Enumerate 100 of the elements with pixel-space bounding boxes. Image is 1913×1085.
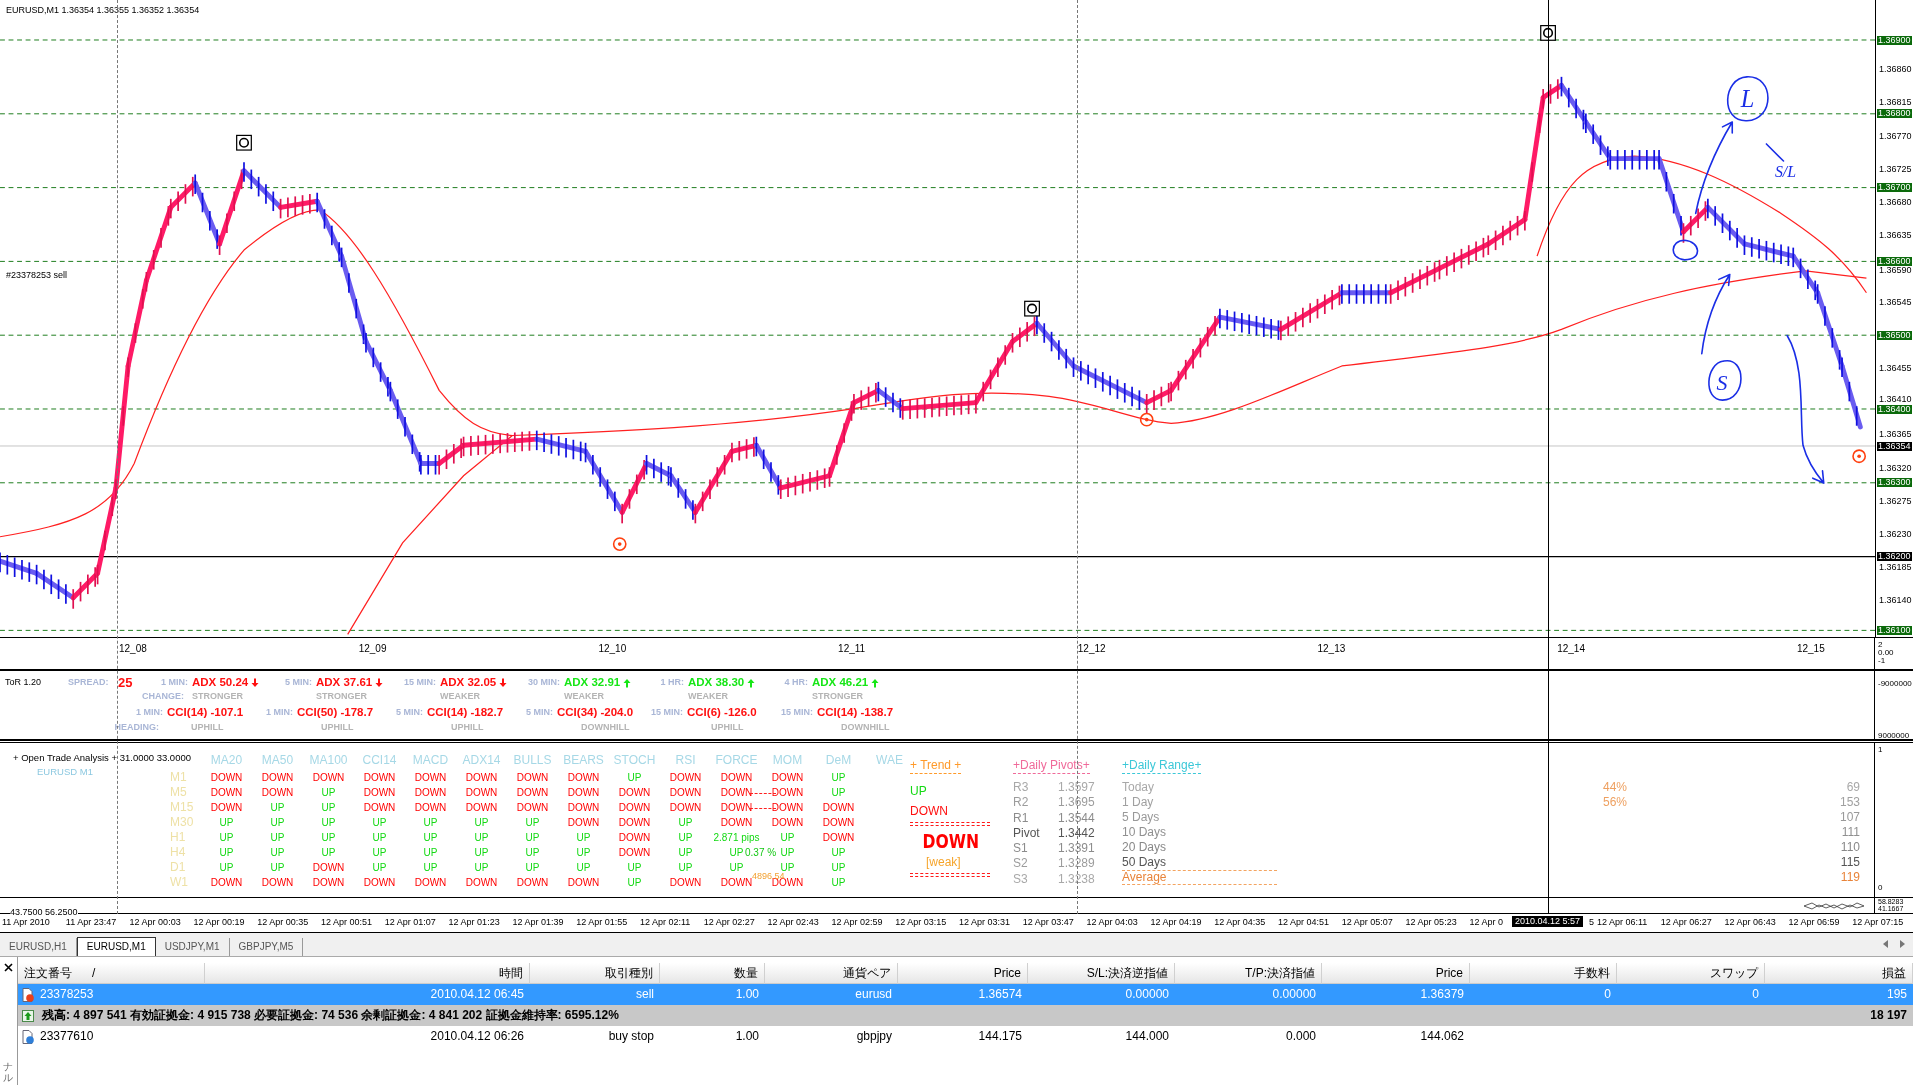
price-tick-label: 1.36140 bbox=[1879, 596, 1912, 606]
trend-strength: [weak] bbox=[925, 855, 962, 870]
table-cell-text: 1.36379 bbox=[1419, 986, 1465, 1003]
signal-text: DOWN bbox=[312, 861, 345, 875]
signal-text: DOWN bbox=[363, 786, 396, 800]
time-label: 12 Apr 04:51 bbox=[1278, 917, 1330, 927]
signal-text: UP bbox=[576, 831, 591, 845]
signal-text: DOWN bbox=[312, 771, 345, 785]
signal-text: DOWN bbox=[516, 876, 549, 890]
table-cell-text: 0 bbox=[1751, 986, 1760, 1003]
time-label: 11 Apr 2010 bbox=[2, 917, 50, 927]
signal-text: UP bbox=[270, 816, 285, 830]
pivot-value: 1.3289 bbox=[1058, 856, 1095, 872]
heading-text: DOWNHILL bbox=[580, 720, 631, 734]
axis-value: 2 bbox=[1878, 641, 1884, 649]
signal-text: UP bbox=[678, 846, 693, 860]
range-value: 110 bbox=[1840, 840, 1860, 855]
signal-text: DOWN bbox=[312, 876, 345, 890]
signal-text: UP bbox=[372, 846, 387, 860]
signal-text: UP bbox=[270, 861, 285, 875]
adx-value: ADX 37.61 bbox=[316, 675, 373, 691]
column-header: FORCE bbox=[715, 752, 758, 769]
spread-value: 25 bbox=[118, 674, 133, 693]
axis-value: -1 bbox=[1878, 657, 1887, 665]
close-icon[interactable] bbox=[4, 963, 13, 972]
signal-text: UP bbox=[219, 831, 234, 845]
signal-text: UP bbox=[270, 801, 285, 815]
signal-text: UP bbox=[423, 831, 438, 845]
price-tick-label: 1.36320 bbox=[1879, 463, 1912, 473]
time-label: 12 Apr 04:35 bbox=[1214, 917, 1266, 927]
strength-text: WEAKER bbox=[440, 690, 481, 704]
signal-text: DOWN bbox=[567, 786, 600, 800]
signal-text: UP bbox=[321, 786, 336, 800]
timeframe-label: 1 MIN: bbox=[160, 676, 189, 690]
signal-text: UP bbox=[474, 861, 489, 875]
signal-text: UP bbox=[321, 801, 336, 815]
signal-text: DOWN bbox=[771, 816, 804, 830]
signal-text: UP bbox=[270, 831, 285, 845]
chart-tab[interactable]: EURUSD,M1 bbox=[76, 937, 156, 956]
chart-tab[interactable]: EURUSD,H1 bbox=[0, 938, 77, 956]
pivot-value: 1.3695 bbox=[1058, 795, 1095, 811]
chart-tab[interactable]: USDJPY,M1 bbox=[155, 938, 230, 956]
time-label: 12 Apr 00:51 bbox=[321, 917, 373, 927]
axis-value: 1 bbox=[1878, 746, 1884, 754]
signal-text: UP bbox=[831, 771, 846, 785]
heading-text: UPHILL bbox=[190, 720, 225, 734]
date-label: 12_10 bbox=[598, 642, 627, 656]
signal-text: UP bbox=[678, 861, 693, 875]
signal-text: UP bbox=[219, 846, 234, 860]
sort-indicator[interactable]: / bbox=[92, 963, 96, 984]
signal-text: DOWN bbox=[720, 786, 753, 800]
heading-text: UPHILL bbox=[320, 720, 355, 734]
trend-title: + Trend + bbox=[910, 758, 962, 774]
signal-marker-icon bbox=[1024, 300, 1040, 317]
axis-value: -9000000 bbox=[1878, 680, 1913, 688]
cci-value: CCI(14) -138.7 bbox=[817, 705, 895, 721]
range-value: 107 bbox=[1839, 810, 1860, 825]
trend-up-label: UP bbox=[910, 784, 928, 799]
signal-text: DOWN bbox=[363, 876, 396, 890]
scroll-right-icon[interactable] bbox=[1899, 940, 1905, 948]
signal-text: DOWN bbox=[210, 801, 243, 815]
time-label: 12 Apr 02:43 bbox=[767, 917, 819, 927]
price-tick-label: 1.36680 bbox=[1879, 197, 1912, 207]
column-header: WAE bbox=[876, 752, 903, 769]
signal-text: UP bbox=[525, 831, 540, 845]
symbol-label: EURUSD M1 bbox=[36, 765, 94, 779]
range-label: Today bbox=[1122, 780, 1156, 795]
range-value: 111 bbox=[1841, 825, 1860, 840]
timeframe-label: W1 bbox=[170, 875, 189, 890]
signal-text: UP bbox=[627, 861, 642, 875]
signal-text: DOWN bbox=[567, 816, 600, 830]
table-cell-text: eurusd bbox=[854, 986, 893, 1003]
price-level-tag: 1.36400 bbox=[1877, 404, 1912, 414]
timeframe-label: M15 bbox=[170, 800, 195, 815]
chart-tab[interactable]: GBPJPY,M5 bbox=[229, 938, 304, 956]
signal-text: UP bbox=[219, 861, 234, 875]
trend-signal: DOWN bbox=[921, 829, 979, 853]
range-value: 115 bbox=[1840, 855, 1860, 870]
column-header: MA20 bbox=[210, 752, 243, 769]
column-header[interactable]: 注文番号 bbox=[24, 963, 72, 984]
signal-text: DOWN bbox=[567, 801, 600, 815]
time-label: 12 Apr 0 bbox=[1469, 917, 1503, 927]
signal-text: DOWN bbox=[822, 801, 855, 815]
signal-text: DOWN bbox=[414, 876, 447, 890]
signal-text: 2.871 pips bbox=[713, 831, 760, 845]
table-cell-text: 2010.04.12 06:26 bbox=[429, 1028, 525, 1045]
column-header: MA100 bbox=[309, 752, 348, 769]
scroll-left-icon[interactable] bbox=[1883, 940, 1889, 948]
signal-text: DOWN bbox=[414, 786, 447, 800]
panel-title: + Open Trade Analysis + 31.0000 33.0000 bbox=[12, 751, 192, 765]
table-cell-text: 1.00 bbox=[734, 986, 760, 1003]
signal-text: UP bbox=[321, 846, 336, 860]
signal-text: DOWN bbox=[465, 876, 498, 890]
signal-text: UP bbox=[780, 846, 795, 860]
order-row[interactable]: 23377610 2010.04.12 06:26 buy stop 1.00 gbpjpy 144.175 144.000 0.000 144.062 bbox=[18, 1026, 1913, 1047]
table-cell-text: 144.000 bbox=[1124, 1028, 1170, 1045]
table-cell-text: 0 bbox=[1603, 986, 1612, 1003]
price-tick-label: 1.36770 bbox=[1879, 131, 1912, 141]
axis-value: 9000000 bbox=[1878, 732, 1911, 740]
axis-value: 0.00 bbox=[1878, 649, 1895, 657]
